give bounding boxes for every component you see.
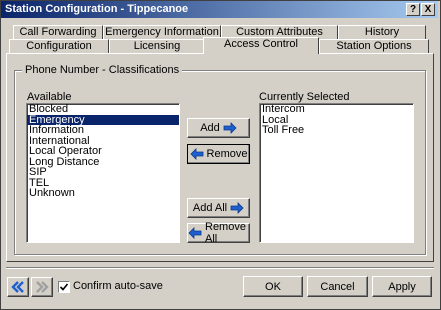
close-button[interactable]: X xyxy=(421,3,435,16)
arrow-left-icon xyxy=(189,148,204,160)
add-all-button[interactable]: Add All xyxy=(187,198,250,218)
arrow-right-icon xyxy=(230,202,244,214)
apply-button[interactable]: Apply xyxy=(372,276,432,297)
add-all-button-label: Add All xyxy=(192,202,228,214)
list-item[interactable]: Long Distance xyxy=(27,156,179,168)
list-item[interactable]: Unknown xyxy=(27,188,179,199)
list-item[interactable]: SIP xyxy=(27,167,179,178)
next-station-button[interactable] xyxy=(31,277,53,297)
tab-call-forwarding[interactable]: Call Forwarding xyxy=(13,25,103,40)
list-item[interactable]: Blocked xyxy=(27,104,179,115)
remove-all-button-label: Remove All xyxy=(205,221,246,245)
double-chevron-right-icon xyxy=(35,281,49,293)
double-chevron-left-icon xyxy=(11,281,25,293)
tab-configuration[interactable]: Configuration xyxy=(9,39,109,54)
checkmark-icon xyxy=(59,282,69,292)
window-title: Station Configuration - Tippecanoe xyxy=(5,3,189,15)
remove-button-label: Remove xyxy=(206,148,248,160)
cancel-button[interactable]: Cancel xyxy=(307,276,368,297)
selected-listbox[interactable]: Intercom Local Toll Free xyxy=(259,103,414,243)
list-item[interactable]: Toll Free xyxy=(260,125,413,136)
tab-history[interactable]: History xyxy=(338,25,426,40)
footer-separator xyxy=(6,267,434,269)
title-bar[interactable]: Station Configuration - Tippecanoe ? X xyxy=(1,1,438,18)
available-listbox[interactable]: Blocked Emergency Information International… xyxy=(26,103,180,243)
list-item[interactable]: Local Operator xyxy=(27,146,179,157)
add-button-label: Add xyxy=(200,122,220,134)
list-item[interactable]: Intercom xyxy=(260,104,413,115)
confirm-autosave-label[interactable]: Confirm auto-save xyxy=(73,280,163,292)
confirm-autosave-checkbox[interactable] xyxy=(58,281,70,293)
tab-licensing[interactable]: Licensing xyxy=(109,39,205,54)
help-button[interactable]: ? xyxy=(406,3,420,16)
add-button[interactable]: Add xyxy=(187,118,250,138)
remove-all-button[interactable]: Remove All xyxy=(187,221,250,245)
currently-selected-label: Currently Selected xyxy=(259,91,350,103)
available-label: Available xyxy=(27,91,72,103)
arrow-left-icon xyxy=(188,227,202,239)
tab-station-options[interactable]: Station Options xyxy=(319,39,429,54)
arrow-right-icon xyxy=(223,122,237,134)
ok-button[interactable]: OK xyxy=(243,276,303,297)
group-title: Phone Number - Classifications xyxy=(22,64,183,76)
remove-button[interactable]: Remove xyxy=(187,144,250,164)
list-item[interactable]: Information xyxy=(27,125,179,136)
tab-access-control[interactable]: Access Control xyxy=(203,37,319,54)
previous-station-button[interactable] xyxy=(7,277,29,297)
